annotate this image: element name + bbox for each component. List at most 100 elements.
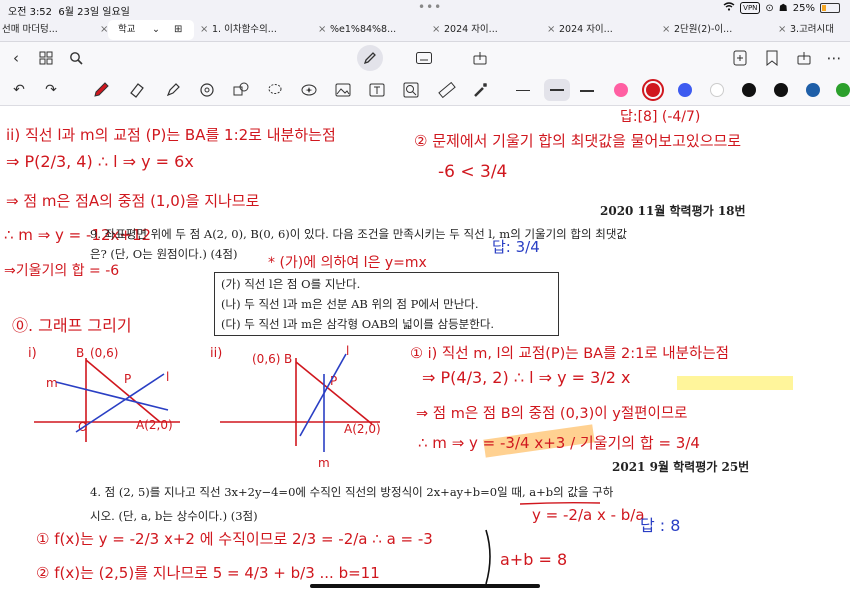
graph-i-l: l [166,370,170,384]
wifi-icon [723,2,735,14]
color-swatch-white[interactable] [710,83,724,97]
note-ii-title: ii) 직선 l과 m의 교점 (P)는 BA를 1:2로 내분하는점 [6,126,336,144]
export-icon[interactable] [794,48,814,68]
tab-label: 2024 자이... [559,24,613,35]
color-swatch-black[interactable] [742,83,756,97]
graph-i-label: i) [28,346,37,361]
document-page[interactable]: 답:[8] (-4/7) ii) 직선 l과 m의 교점 (P)는 BA를 1:… [0,106,850,590]
eraser-icon[interactable] [126,79,148,101]
tab-0[interactable]: 선매 마더텅... [2,20,90,40]
more-icon[interactable]: ⋯ [824,48,844,68]
graph-ii-l: l [346,344,350,358]
bookmark-icon[interactable] [762,48,782,68]
tab-2[interactable]: × 1. 이차함수의... [200,20,320,40]
stroke-thin[interactable] [516,90,530,91]
source-label-2: 2021 9월 학력평가 25번 [612,460,750,474]
answer-2: 답 : 8 [640,516,681,535]
note-1-p: ⇒ P(4/3, 2) ∴ l ⇒ y = 3/2 x [422,368,631,387]
text-icon[interactable] [366,79,388,101]
graph-i-m-line [55,381,169,411]
conditions-box: (가) 직선 l은 점 O를 지난다. (나) 두 직선 l과 m은 선분 AB… [214,272,559,336]
color-swatch-blue[interactable] [678,83,692,97]
annotation-toolbar: ↶ ↷ [0,74,850,106]
pen-icon[interactable] [90,79,112,101]
tab-label: 2단원(2)-이... [674,24,733,35]
graph-ii-a-coord: A(2,0) [344,422,381,436]
status-time: 오전 3:52 6월 23일 일요일 [8,7,130,18]
color-swatch-pink[interactable] [614,83,628,97]
share-icon[interactable] [470,48,490,68]
redo-icon[interactable]: ↷ [40,79,62,101]
graph-i-p: P [124,372,132,386]
stroke-thick[interactable] [580,90,594,92]
lasso-icon[interactable] [230,79,252,101]
problem-1-line-2: 은? (단, O는 원점이다.) (4점) [90,247,238,261]
graph-ii-ab-line [295,361,373,425]
chevron-down-icon[interactable]: ⌄ [152,20,160,40]
grid-icon[interactable] [36,48,56,68]
selection-icon[interactable] [264,79,286,101]
status-bar: 오전 3:52 6월 23일 일요일 ••• VPN ⊙ ☗ 25% [0,0,850,18]
graph-ii-m: m [318,456,330,470]
close-icon[interactable]: × [662,20,674,40]
color-swatch-red[interactable] [646,83,660,97]
graph-ii-b: B [284,352,293,366]
laser-icon[interactable] [470,79,492,101]
image-icon[interactable] [332,79,354,101]
problem-1-line-1: 9. 좌표평면 위에 두 점 A(2, 0), B(0, 6)이 있다. 다음 … [90,227,627,241]
undo-icon[interactable]: ↶ [8,79,30,101]
problem-2-line-1: 4. 점 (2, 5)를 지나고 직선 3x+2y−4=0에 수직인 직선의 방… [90,485,614,499]
new-page-icon[interactable] [730,48,750,68]
close-icon[interactable]: × [432,20,444,40]
close-icon[interactable]: × [200,20,212,40]
highlighter-icon[interactable] [162,79,184,101]
graph-i-ab-line [85,359,161,423]
close-icon[interactable]: × [778,20,790,40]
note-ii-m: ⇒ 점 m은 점A의 중점 (1,0)을 지나므로 [6,192,260,210]
shapes-icon[interactable] [196,79,218,101]
tab-label: 1. 이차함수의... [212,24,277,35]
note-2-cmp: -6 < 3/4 [438,162,508,182]
zoom-icon[interactable] [400,79,422,101]
color-swatch-selected-ring[interactable] [642,79,664,101]
tab-close-0[interactable]: × [100,20,108,40]
underline-ink [519,501,601,505]
tab-7[interactable]: × 3.고려시대 [778,20,850,40]
tab-4[interactable]: × 2024 자이... [432,20,547,40]
note-ii-p: ⇒ P(2/3, 4) ∴ l ⇒ y = 6x [6,152,194,171]
stroke-medium[interactable] [544,79,570,101]
tab-6[interactable]: × 2단원(2)-이... [662,20,762,40]
tab-overview-icon[interactable]: ⊞ [174,20,182,40]
tab-5[interactable]: × 2024 자이... [547,20,662,40]
graph-i-b: B [76,346,85,360]
note-top-answer: 답:[8] (-4/7) [620,109,701,125]
home-indicator[interactable] [310,584,540,588]
close-icon[interactable]: × [318,20,330,40]
tab-label: %e1%84%8... [330,24,397,35]
tab-1[interactable]: 학교 ⌄ ⊞ [108,20,194,40]
ruler-icon[interactable] [436,79,458,101]
close-icon[interactable]: × [547,20,559,40]
tab-label: 3.고려시대 [790,24,835,35]
color-swatch-green[interactable] [836,83,850,97]
keyboard-icon[interactable] [414,48,434,68]
hotspot-icon: ☗ [778,2,788,14]
graph-i-m: m [46,376,58,390]
close-icon[interactable]: × [100,20,108,40]
condition-da: (다) 두 직선 l과 m은 삼각형 OAB의 넓이를 삼등분한다. [221,317,495,331]
note-1-title: ① i) 직선 m, l의 교점(P)는 BA를 2:1로 내분하는점 [410,346,729,362]
search-icon[interactable] [66,48,86,68]
graph-ii-l-line [299,353,347,437]
pen-mode-icon[interactable] [357,45,383,71]
status-indicators: VPN ⊙ ☗ 25% [723,2,840,14]
note-graph: ⓪. 그래프 그리기 [12,316,132,335]
back-icon[interactable]: ‹ [6,48,26,68]
multitask-dots[interactable]: ••• [418,0,442,14]
stamp-icon[interactable] [298,79,320,101]
highlight-mark [677,376,793,390]
color-swatch-navy[interactable] [806,83,820,97]
tab-label: 선매 마더텅... [2,24,58,35]
color-swatch-black-2[interactable] [774,83,788,97]
graph-ii-label: ii) [210,346,223,361]
tab-3[interactable]: × %e1%84%8... [318,20,438,40]
